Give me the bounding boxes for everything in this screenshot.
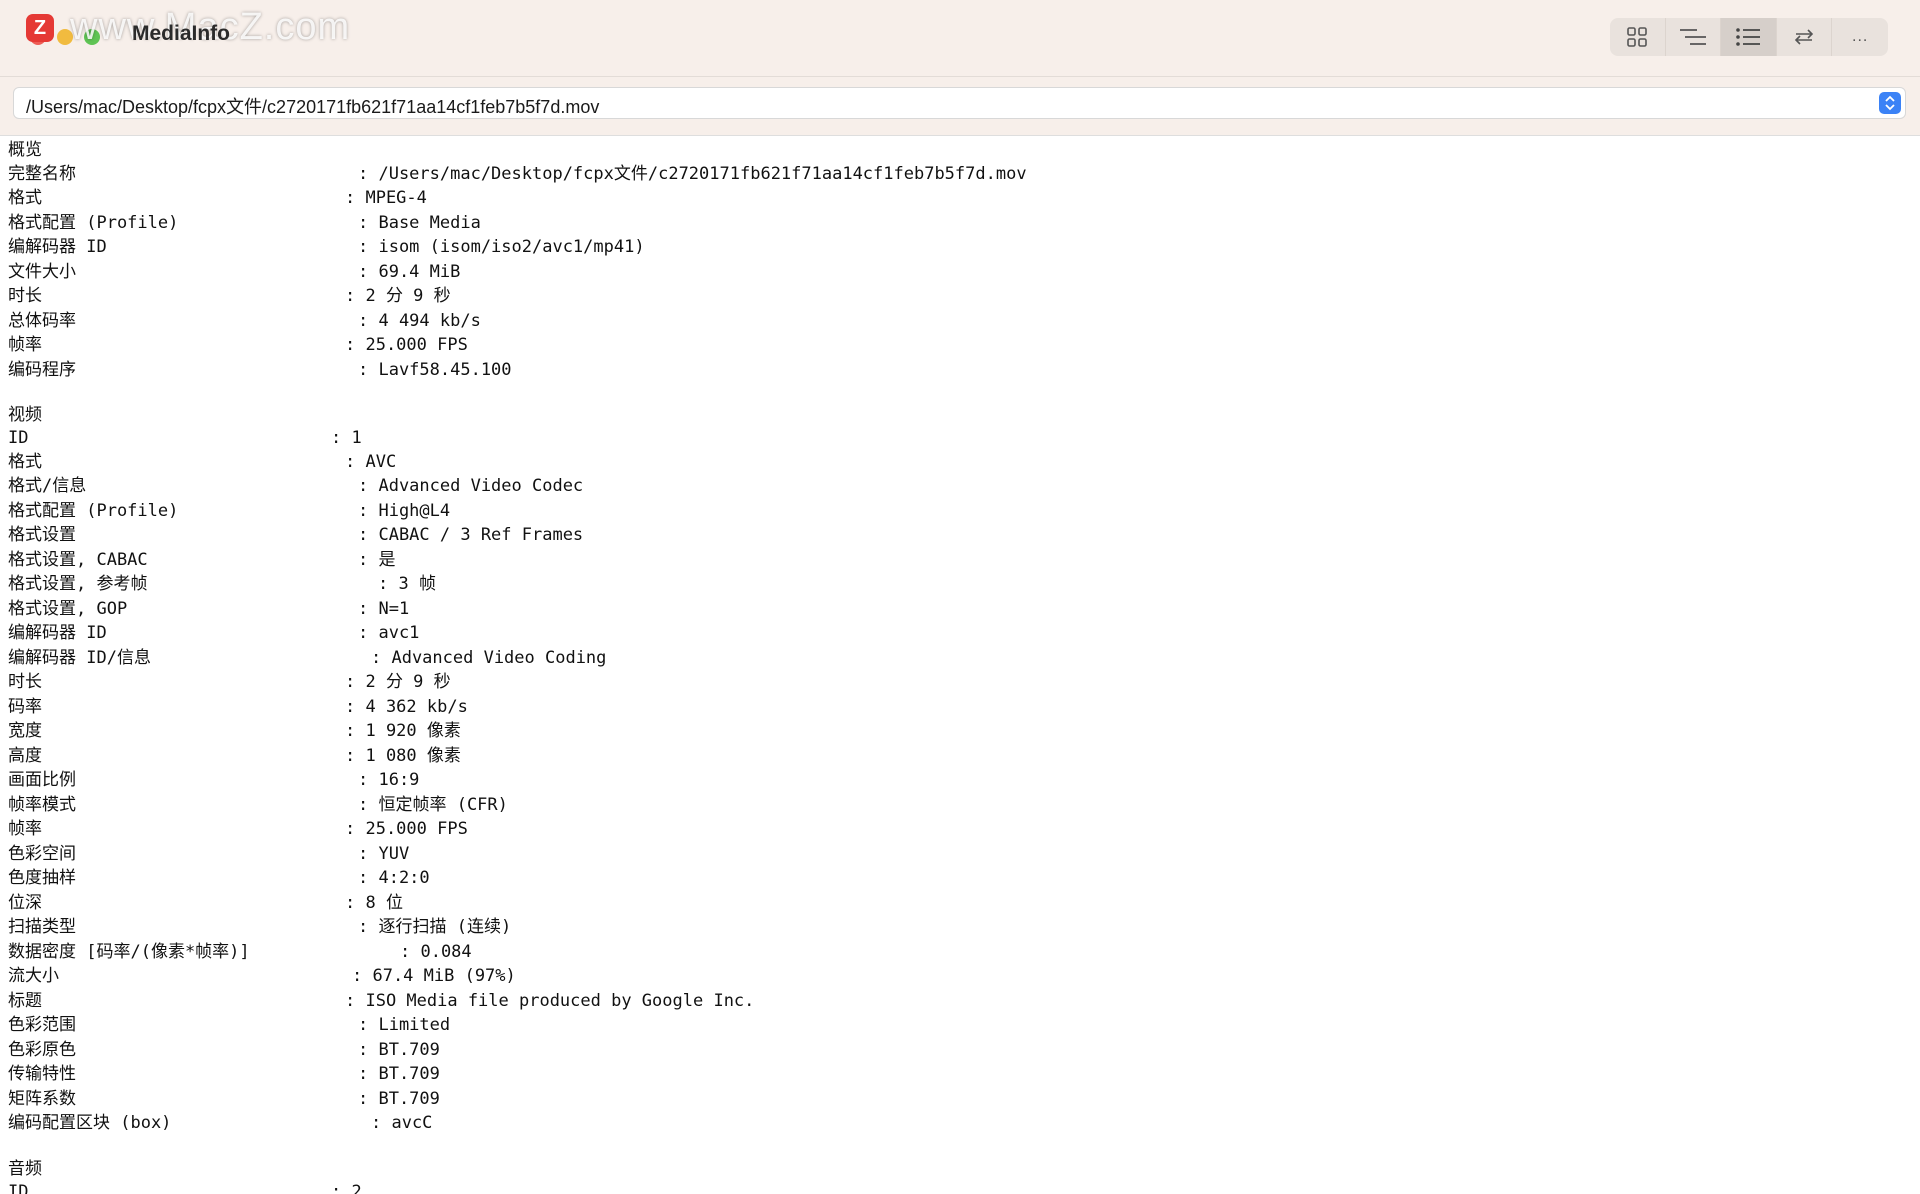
path-dropdown-toggle[interactable] xyxy=(1879,92,1901,114)
report-row: 画面比例 : 16:9 xyxy=(8,770,420,790)
report-row: 数据密度 [码率/(像素*帧率)] : 0.084 xyxy=(8,942,472,962)
report-row: 编解码器 ID : isom (isom/iso2/avc1/mp41) xyxy=(8,237,645,257)
chevron-up-down-icon xyxy=(1885,95,1895,111)
report-row: 格式配置 (Profile) : Base Media xyxy=(8,213,481,233)
report-row: 时长 : 2 分 9 秒 xyxy=(8,286,451,306)
view-grid-button[interactable] xyxy=(1610,18,1666,56)
mediainfo-window: Z www.MacZ.com MediaInfo ... /Users/mac/… xyxy=(0,0,1920,1194)
watermark-logo: Z xyxy=(26,14,54,42)
view-tree-button[interactable] xyxy=(1666,18,1722,56)
window-title: MediaInfo xyxy=(132,22,230,45)
section-header-audio: 音频 xyxy=(8,1159,42,1179)
report-row: 色彩原色 : BT.709 xyxy=(8,1040,440,1060)
report-row: 位深 : 8 位 xyxy=(8,893,403,913)
view-compare-button[interactable] xyxy=(1777,18,1833,56)
file-path-bar: /Users/mac/Desktop/fcpx文件/c2720171fb621f… xyxy=(0,77,1920,136)
report-text-area[interactable]: 概览 完整名称 : /Users/mac/Desktop/fcpx文件/c272… xyxy=(0,136,1920,1194)
report-row: 格式设置, CABAC : 是 xyxy=(8,550,396,570)
swap-arrows-icon xyxy=(1794,29,1814,45)
report-row: 总体码率 : 4 494 kb/s xyxy=(8,311,481,331)
report-row: 编码配置区块 (box) : avcC xyxy=(8,1113,433,1133)
report-row: 完整名称 : /Users/mac/Desktop/fcpx文件/c272017… xyxy=(8,164,1027,184)
more-icon: ... xyxy=(1852,28,1869,45)
grid-icon xyxy=(1627,27,1648,47)
report-row: ID : 2 xyxy=(8,1182,362,1194)
report-row: 格式设置, 参考帧 : 3 帧 xyxy=(8,574,436,594)
report-row: 格式设置, GOP : N=1 xyxy=(8,599,410,619)
file-path-value: /Users/mac/Desktop/fcpx文件/c2720171fb621f… xyxy=(26,97,600,117)
report-row: 矩阵系数 : BT.709 xyxy=(8,1089,440,1109)
file-path-selector[interactable]: /Users/mac/Desktop/fcpx文件/c2720171fb621f… xyxy=(13,87,1906,119)
report-row: 宽度 : 1 920 像素 xyxy=(8,721,461,741)
section-header-general: 概览 xyxy=(8,140,42,160)
report-row: 文件大小 : 69.4 MiB xyxy=(8,262,461,282)
report-row: 标题 : ISO Media file produced by Google I… xyxy=(8,991,755,1011)
report-row: 码率 : 4 362 kb/s xyxy=(8,697,468,717)
section-header-video: 视频 xyxy=(8,405,42,425)
report-row: 格式 : MPEG-4 xyxy=(8,188,427,208)
report-row: 传输特性 : BT.709 xyxy=(8,1064,440,1084)
report-row: 格式配置 (Profile) : High@L4 xyxy=(8,501,451,521)
bullet-list-icon xyxy=(1736,28,1761,46)
report-row: 色彩范围 : Limited xyxy=(8,1015,451,1035)
more-options-button[interactable]: ... xyxy=(1832,18,1888,56)
report-row: 格式/信息 : Advanced Video Codec xyxy=(8,476,584,496)
view-mode-toolbar: ... xyxy=(1610,18,1888,56)
report-row: 帧率 : 25.000 FPS xyxy=(8,819,468,839)
report-row: 流大小 : 67.4 MiB (97%) xyxy=(8,966,516,986)
title-bar: Z www.MacZ.com MediaInfo ... xyxy=(0,0,1920,77)
report-row: 高度 : 1 080 像素 xyxy=(8,746,461,766)
report-row: 色彩空间 : YUV xyxy=(8,844,410,864)
report-row: 色度抽样 : 4:2:0 xyxy=(8,868,430,888)
view-text-button[interactable] xyxy=(1721,18,1777,56)
report-row: ID : 1 xyxy=(8,428,362,448)
report-row: 编解码器 ID/信息 : Advanced Video Coding xyxy=(8,648,607,668)
report-row: 帧率模式 : 恒定帧率 (CFR) xyxy=(8,795,508,815)
report-row: 编解码器 ID : avc1 xyxy=(8,623,420,643)
report-row: 格式设置 : CABAC / 3 Ref Frames xyxy=(8,525,584,545)
report-row: 时长 : 2 分 9 秒 xyxy=(8,672,451,692)
report-row: 格式 : AVC xyxy=(8,452,397,472)
report-row: 编码程序 : Lavf58.45.100 xyxy=(8,360,512,380)
report-row: 扫描类型 : 逐行扫描 (连续) xyxy=(8,917,512,937)
tree-list-icon xyxy=(1679,29,1706,45)
report-row: 帧率 : 25.000 FPS xyxy=(8,335,468,355)
